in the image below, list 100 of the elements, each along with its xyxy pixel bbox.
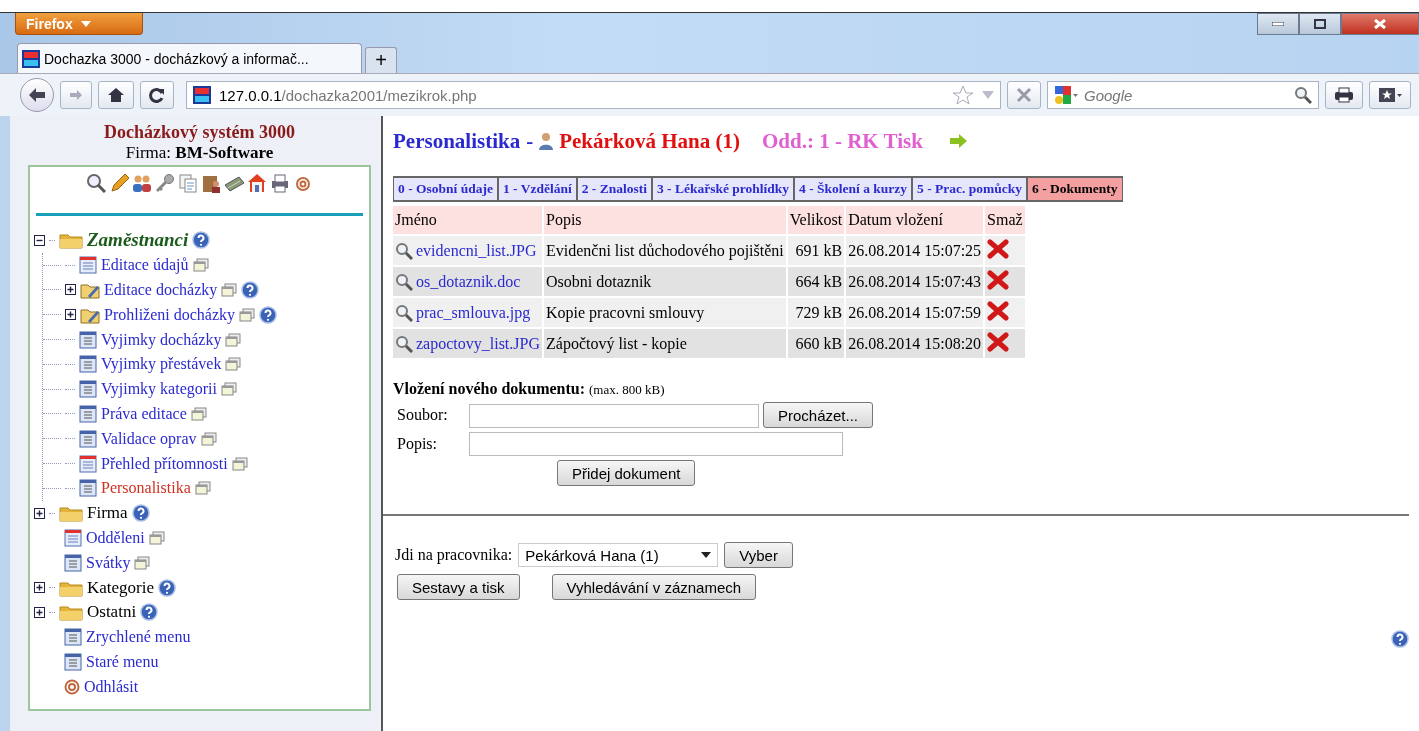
window-icon[interactable] — [225, 332, 242, 347]
calendar-icon[interactable] — [79, 454, 97, 473]
reload-button[interactable] — [140, 81, 174, 109]
window-icon[interactable] — [221, 382, 237, 397]
menu-item[interactable]: Personalistika — [101, 479, 191, 498]
list-icon[interactable] — [79, 380, 97, 399]
tab[interactable]: 6 - Dokumenty — [1027, 176, 1123, 200]
browser-tab[interactable]: Dochazka 3000 - docházkový a informač... — [17, 43, 362, 73]
calendar-icon[interactable] — [79, 256, 97, 275]
menu-item[interactable]: Svátky — [86, 553, 131, 572]
menu-item[interactable]: Staré menu — [86, 652, 159, 671]
menu-item[interactable]: Ostatni — [87, 602, 137, 623]
menu-item[interactable]: Editace údajů — [101, 256, 189, 275]
search-icon[interactable] — [86, 173, 106, 193]
window-icon[interactable] — [231, 456, 248, 471]
logout-icon[interactable] — [64, 678, 80, 695]
menu-item[interactable]: Editace docházky — [104, 281, 218, 299]
collapse-toggle[interactable] — [34, 234, 45, 246]
search-engine-icon[interactable] — [1054, 85, 1078, 105]
select-button[interactable]: Vyber — [724, 542, 793, 568]
tab[interactable]: 2 - Znalosti — [576, 176, 652, 200]
menu-item[interactable]: Validace oprav — [101, 429, 197, 448]
home-button[interactable] — [98, 81, 134, 109]
menu-item[interactable]: Vyjimky přestávek — [101, 355, 222, 374]
preview-icon[interactable] — [395, 241, 413, 260]
expand-toggle[interactable] — [34, 606, 45, 618]
list-icon[interactable] — [64, 628, 82, 647]
help-icon[interactable] — [1391, 630, 1409, 648]
menu-item[interactable]: Odděleni — [86, 528, 145, 547]
folder-pencil-icon[interactable] — [80, 281, 100, 299]
add-document-button[interactable]: Přidej dokument — [557, 460, 696, 486]
search-icon[interactable] — [1294, 86, 1312, 104]
window-icon[interactable] — [221, 283, 238, 297]
print-button[interactable] — [1325, 81, 1363, 109]
bookmarks-button[interactable] — [1369, 81, 1411, 109]
employee-select[interactable]: Pekárková Hana (1) — [518, 543, 719, 567]
expand-toggle[interactable] — [65, 309, 76, 321]
stop-button[interactable] — [1007, 81, 1041, 109]
menu-item[interactable]: Kategorie — [87, 577, 155, 598]
minimize-button[interactable] — [1257, 13, 1299, 35]
menu-item[interactable]: Vyjimky docházky — [101, 330, 222, 349]
calendar-icon[interactable] — [64, 528, 82, 547]
file-field[interactable] — [469, 403, 759, 428]
delete-icon[interactable] — [987, 331, 1010, 352]
menu-item[interactable]: Odhlásit — [84, 677, 139, 696]
address-bar[interactable]: 127.0.0.1/dochazka2001/mezikrok.php — [186, 81, 1001, 109]
tab[interactable]: 1 - Vzdělání — [497, 176, 577, 200]
tab[interactable]: 5 - Prac. pomůcky — [912, 176, 1028, 200]
browse-button[interactable]: Procházet... — [763, 402, 874, 428]
window-icon[interactable] — [190, 406, 207, 421]
expand-toggle[interactable] — [34, 582, 45, 594]
list-icon[interactable] — [79, 479, 97, 498]
pencil-icon[interactable] — [109, 173, 129, 193]
tab[interactable]: 0 - Osobní údaje — [393, 176, 498, 200]
action-button[interactable]: Sestavy a tisk — [397, 574, 520, 600]
close-button[interactable] — [1341, 13, 1419, 35]
list-icon[interactable] — [79, 404, 97, 423]
key-icon[interactable] — [155, 173, 175, 193]
menu-item[interactable]: Přehled přítomnosti — [101, 454, 228, 473]
preview-icon[interactable] — [395, 334, 413, 353]
new-tab-button[interactable]: + — [365, 47, 397, 73]
expand-toggle[interactable] — [34, 507, 45, 519]
printer-icon[interactable] — [270, 173, 290, 193]
help-icon[interactable] — [259, 305, 278, 324]
list-icon[interactable] — [64, 553, 82, 572]
delete-icon[interactable] — [987, 300, 1010, 321]
help-icon[interactable] — [131, 504, 150, 523]
list-icon[interactable] — [79, 429, 97, 448]
maximize-button[interactable] — [1299, 13, 1341, 35]
menu-item[interactable]: Práva editace — [101, 404, 187, 423]
help-icon[interactable] — [241, 281, 260, 299]
tab[interactable]: 4 - Školení a kurzy — [794, 176, 913, 200]
description-field[interactable] — [469, 432, 843, 456]
help-icon[interactable] — [192, 231, 211, 250]
star-icon[interactable] — [952, 85, 974, 105]
window-icon[interactable] — [148, 530, 165, 545]
menu-item[interactable]: Prohliženi docházky — [104, 305, 236, 324]
book-icon[interactable] — [201, 173, 221, 193]
menu-item[interactable]: Zaměstnanci — [87, 229, 189, 252]
preview-icon[interactable] — [395, 272, 413, 291]
house-icon[interactable] — [247, 173, 267, 193]
help-icon[interactable] — [158, 578, 177, 597]
delete-icon[interactable] — [987, 238, 1010, 259]
preview-icon[interactable] — [395, 303, 413, 322]
window-icon[interactable] — [134, 555, 151, 570]
menu-item[interactable]: Zrychlené menu — [86, 628, 191, 647]
search-bar[interactable]: Google — [1047, 81, 1319, 109]
tab[interactable]: 3 - Lékařské prohlídky — [651, 176, 795, 200]
list-icon[interactable] — [79, 355, 97, 374]
expand-toggle[interactable] — [65, 284, 76, 296]
delete-icon[interactable] — [987, 269, 1010, 290]
window-icon[interactable] — [192, 258, 209, 273]
people-icon[interactable] — [132, 173, 152, 193]
window-icon[interactable] — [194, 481, 211, 496]
window-icon[interactable] — [225, 357, 242, 372]
back-button[interactable] — [20, 78, 54, 112]
help-icon[interactable] — [140, 603, 159, 622]
list-icon[interactable] — [79, 330, 97, 349]
list-icon[interactable] — [64, 652, 82, 671]
window-icon[interactable] — [200, 431, 217, 446]
